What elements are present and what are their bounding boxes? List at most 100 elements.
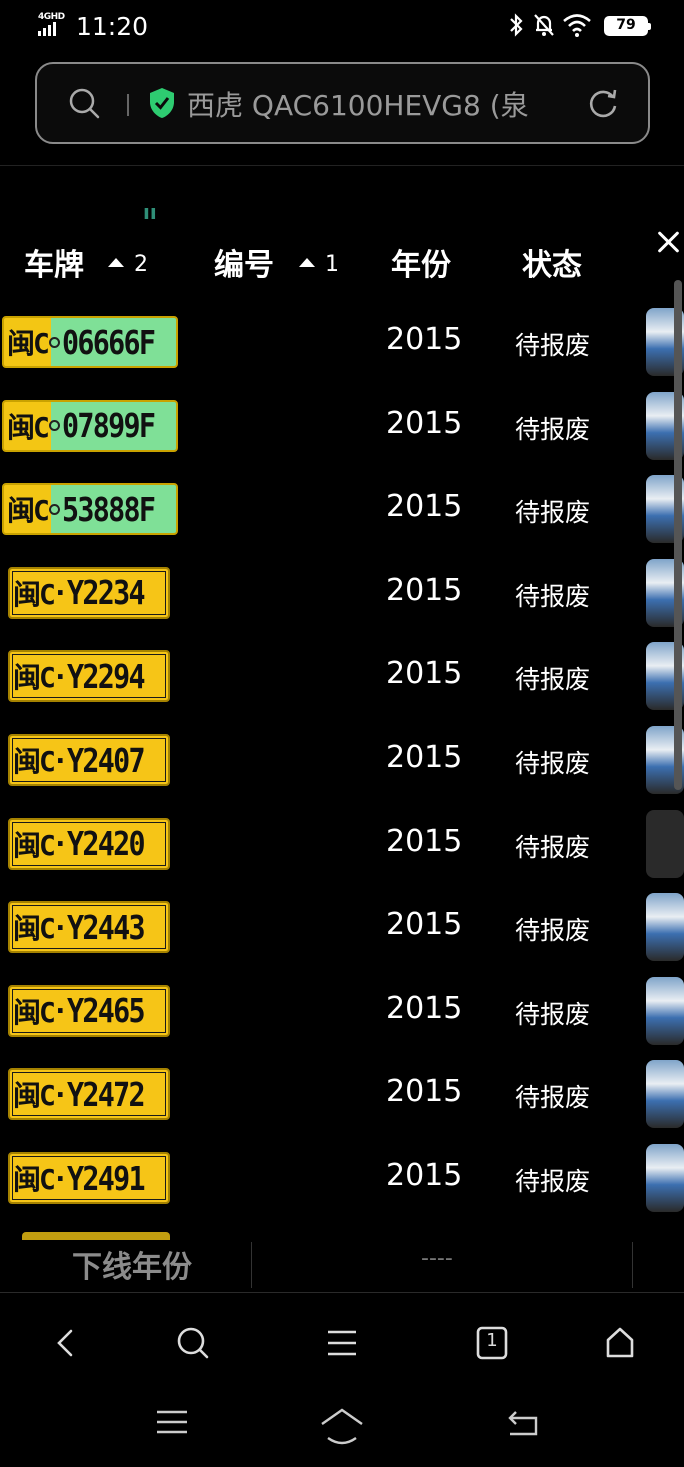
plate-number: Y2294 (66, 656, 146, 696)
license-plate: 闽C · Y2465 (8, 984, 170, 1037)
close-icon[interactable] (654, 228, 682, 256)
plate-province: 闽C (7, 327, 50, 360)
table-row[interactable]: 闽C · Y2294 2015 待报废 (0, 642, 684, 734)
tabs-button[interactable]: 1 (472, 1323, 512, 1363)
row-status: 待报废 (515, 1167, 591, 1196)
detail-row: 下线年份 ---- (0, 1232, 684, 1290)
row-status: 待报废 (515, 581, 591, 611)
plate-number: 07899F (61, 406, 156, 446)
license-plate: 闽C 53888F (2, 483, 178, 536)
system-navigation (0, 1390, 684, 1467)
license-plate: 闽C · Y2491 (8, 1152, 170, 1204)
table-row[interactable]: 闽C · Y2443 2015 待报废 (0, 893, 684, 985)
mute-bell-icon (534, 14, 554, 36)
row-status: 待报废 (515, 665, 591, 695)
row-status: 待报废 (515, 916, 591, 946)
status-bar: 4GHD 11:20 79 (0, 0, 684, 56)
row-year: 2015 (386, 656, 463, 692)
table-row[interactable]: 闽C · Y2472 2015 待报废 (0, 1060, 684, 1152)
table-row[interactable]: 闽C · Y2407 2015 待报废 (0, 726, 684, 818)
row-status: 待报废 (515, 498, 591, 528)
table-row[interactable]: 闽C 06666F 2015 待报废 (0, 308, 684, 400)
column-header-plate[interactable]: 车牌 (24, 240, 84, 284)
table-row[interactable]: 闽C 07899F 2015 待报废 (0, 391, 684, 484)
vehicle-thumbnail[interactable] (646, 1060, 684, 1129)
license-plate: 闽C · Y2407 (8, 734, 170, 786)
column-header-year[interactable]: 年份 (391, 240, 451, 284)
table-row[interactable]: 闽C 53888F 2015 待报废 (0, 475, 684, 567)
plate-province: 闽C (13, 995, 56, 1029)
home-icon[interactable] (600, 1323, 640, 1363)
back-icon[interactable] (46, 1323, 86, 1363)
vehicle-thumbnail[interactable] (646, 976, 684, 1045)
reload-icon[interactable] (586, 86, 620, 122)
vehicle-thumbnail[interactable] (646, 809, 684, 878)
ev-dot-icon (48, 420, 60, 432)
column-header-status[interactable]: 状态 (522, 240, 582, 284)
battery-level: 79 (616, 17, 636, 33)
row-status: 待报废 (515, 1083, 591, 1113)
search-icon[interactable] (67, 86, 103, 122)
divider (632, 1242, 633, 1288)
plate-number: 06666F (61, 322, 156, 362)
row-year: 2015 (386, 405, 463, 441)
plate-province: 闽C (13, 1079, 56, 1113)
plate-province: 闽C (13, 828, 56, 862)
scrollbar[interactable] (674, 280, 682, 790)
sort-indicator-number[interactable]: 1 (299, 252, 339, 277)
plate-province: 闽C (13, 577, 56, 611)
vehicle-thumbnail[interactable] (646, 1144, 684, 1212)
row-year: 2015 (386, 1074, 463, 1110)
column-header-number[interactable]: 编号 (214, 240, 274, 284)
url-text[interactable]: 西虎 QAC6100HEVG8 (泉 (187, 84, 577, 124)
menu-icon[interactable] (322, 1323, 362, 1363)
divider (127, 94, 129, 116)
row-status: 待报废 (515, 832, 591, 862)
plate-number: Y2491 (66, 1158, 146, 1198)
license-plate: 闽C 06666F (2, 316, 178, 368)
plate-number: Y2407 (66, 740, 146, 780)
ev-dot-icon (48, 336, 60, 348)
plate-number: Y2234 (66, 573, 146, 613)
clock: 11:20 (76, 12, 149, 41)
system-back-icon[interactable] (504, 1402, 540, 1442)
ev-dot-icon (48, 503, 60, 515)
browser-toolbar: 1 (0, 1292, 684, 1387)
row-year: 2015 (386, 322, 463, 357)
plate-province: 闽C (7, 410, 50, 444)
network-type: 4GHD (38, 12, 65, 22)
license-plate: 闽C · Y2294 (8, 650, 170, 703)
signal-icon: 4GHD (38, 12, 68, 38)
offline-year-value: ---- (421, 1246, 453, 1271)
row-status: 待报废 (515, 414, 591, 444)
sort-asc-icon (108, 257, 124, 267)
divider (251, 1242, 252, 1288)
row-year: 2015 (386, 1158, 463, 1193)
plate-province: 闽C (13, 1163, 56, 1196)
search-icon[interactable] (173, 1323, 213, 1363)
license-plate: 闽C · Y2420 (8, 817, 170, 870)
license-plate: 闽C · Y2234 (8, 566, 170, 619)
vehicle-thumbnail[interactable] (646, 893, 684, 962)
license-plate: 闽C · Y2472 (8, 1068, 170, 1121)
plate-province: 闽C (13, 745, 56, 778)
row-year: 2015 (386, 489, 463, 525)
table-row[interactable]: 闽C · Y2234 2015 待报废 (0, 558, 684, 651)
sort-asc-icon (299, 257, 315, 267)
offline-year-label: 下线年份 (72, 1250, 192, 1285)
plate-province: 闽C (7, 494, 50, 528)
table-row[interactable]: 闽C · Y2420 2015 待报废 (0, 809, 684, 902)
table-row[interactable]: 闽C · Y2491 2015 待报废 (0, 1144, 684, 1236)
row-year: 2015 (386, 572, 463, 608)
recent-apps-icon[interactable] (154, 1402, 190, 1442)
plate-peek (22, 1232, 170, 1240)
table-row[interactable]: 闽C · Y2465 2015 待报废 (0, 976, 684, 1069)
secure-shield-icon (150, 88, 174, 118)
license-plate: 闽C · Y2443 (8, 901, 170, 954)
license-plate: 闽C 07899F (2, 399, 178, 452)
plate-number: Y2443 (66, 907, 146, 947)
row-year: 2015 (386, 740, 463, 775)
sort-indicator-plate[interactable]: 2 (108, 252, 148, 277)
system-home-icon[interactable] (318, 1402, 366, 1446)
address-bar[interactable]: 西虎 QAC6100HEVG8 (泉 (35, 62, 650, 144)
